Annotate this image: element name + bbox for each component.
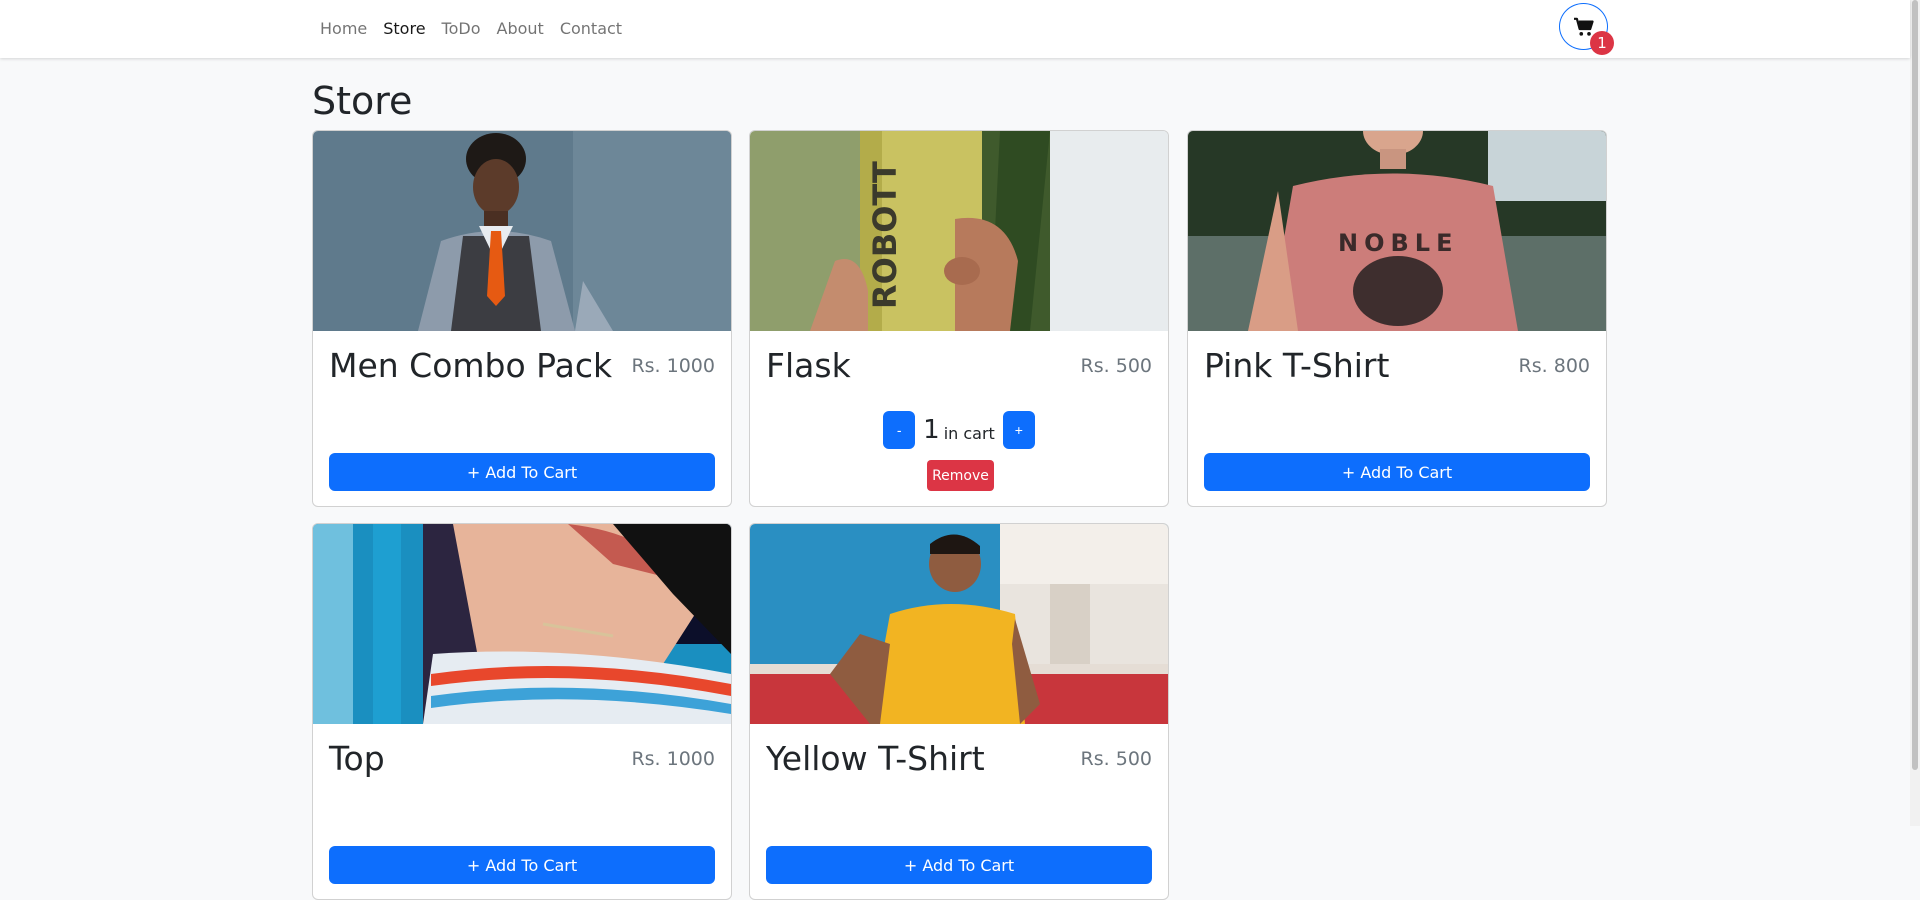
product-image: ROBOTT bbox=[750, 131, 1168, 331]
product-image bbox=[313, 131, 731, 331]
product-name: Top bbox=[329, 739, 385, 778]
svg-text:ROBOTT: ROBOTT bbox=[866, 161, 904, 309]
nav-links: Home Store ToDo About Contact bbox=[312, 0, 630, 56]
add-to-cart-button[interactable]: + Add To Cart bbox=[766, 846, 1152, 884]
nav-link-store[interactable]: Store bbox=[375, 19, 433, 38]
product-name: Yellow T-Shirt bbox=[766, 739, 985, 778]
product-card: Top Rs. 1000 + Add To Cart bbox=[312, 523, 732, 900]
navbar: Home Store ToDo About Contact 1 bbox=[0, 0, 1910, 58]
scrollbar-thumb[interactable] bbox=[1912, 0, 1918, 770]
in-cart-label: in cart bbox=[943, 423, 995, 443]
increment-button[interactable]: + bbox=[1002, 411, 1035, 449]
product-price: Rs. 1000 bbox=[631, 355, 715, 377]
product-image bbox=[313, 524, 731, 724]
cart-icon bbox=[1573, 17, 1594, 36]
product-card: Men Combo Pack Rs. 1000 + Add To Cart bbox=[312, 130, 732, 507]
product-price: Rs. 500 bbox=[1080, 748, 1152, 770]
cart-count-badge: 1 bbox=[1590, 31, 1614, 55]
product-price: Rs. 1000 bbox=[631, 748, 715, 770]
add-to-cart-button[interactable]: + Add To Cart bbox=[1204, 453, 1590, 491]
product-image bbox=[750, 524, 1168, 724]
nav-link-about[interactable]: About bbox=[489, 19, 552, 38]
nav-link-todo[interactable]: ToDo bbox=[434, 19, 489, 38]
nav-link-contact[interactable]: Contact bbox=[552, 19, 630, 38]
product-card: ROBOTT Flask Rs. 500 - 1 in cart + Remov… bbox=[749, 130, 1169, 507]
add-to-cart-button[interactable]: + Add To Cart bbox=[329, 453, 715, 491]
product-card: NOBLE Pink T-Shirt Rs. 800 + Add To Cart bbox=[1187, 130, 1607, 507]
page-title: Store bbox=[312, 79, 413, 123]
product-name: Pink T-Shirt bbox=[1204, 346, 1390, 385]
nav-link-home[interactable]: Home bbox=[312, 19, 375, 38]
product-card: Yellow T-Shirt Rs. 500 + Add To Cart bbox=[749, 523, 1169, 900]
product-image: NOBLE bbox=[1188, 131, 1606, 331]
remove-button[interactable]: Remove bbox=[927, 460, 994, 491]
add-to-cart-button[interactable]: + Add To Cart bbox=[329, 846, 715, 884]
product-name: Flask bbox=[766, 346, 851, 385]
quantity-stepper: - 1 in cart + bbox=[750, 411, 1168, 449]
product-name: Men Combo Pack bbox=[329, 346, 613, 385]
cart-quantity: 1 bbox=[923, 415, 940, 445]
product-price: Rs. 800 bbox=[1518, 355, 1590, 377]
svg-text:NOBLE: NOBLE bbox=[1338, 229, 1458, 257]
scrollbar[interactable] bbox=[1910, 0, 1920, 826]
product-price: Rs. 500 bbox=[1080, 355, 1152, 377]
decrement-button[interactable]: - bbox=[883, 411, 916, 449]
